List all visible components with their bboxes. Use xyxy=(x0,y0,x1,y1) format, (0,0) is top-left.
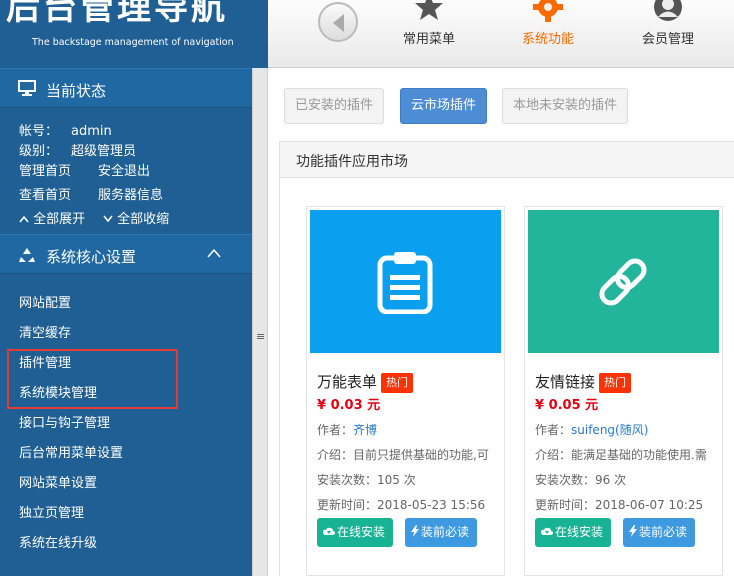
nav-member-management[interactable]: 会员管理 xyxy=(623,0,713,68)
gear-icon xyxy=(533,0,563,22)
account-value: admin xyxy=(71,124,112,139)
author-link[interactable]: 齐博 xyxy=(353,423,377,437)
read-before-install-button[interactable]: 装前必读 xyxy=(405,518,478,547)
cloud-download-icon xyxy=(541,527,553,535)
plugin-author: 作者：齐博 xyxy=(317,421,497,438)
link-server-info[interactable]: 服务器信息 xyxy=(98,184,163,203)
clipboard-icon xyxy=(377,252,433,314)
plugin-title-text: 万能表单 xyxy=(317,373,378,391)
top-nav: 常用菜单 系统功能 会员管理 xyxy=(268,0,734,68)
install-online-button[interactable]: 在线安装 xyxy=(535,518,612,547)
chevron-up-icon xyxy=(19,215,29,223)
level-value: 超级管理员 xyxy=(71,144,137,159)
tab-local-uninstalled[interactable]: 本地未安装的插件 xyxy=(502,88,629,124)
plugin-title[interactable]: 万能表单 热门 xyxy=(317,371,414,393)
install-label: 在线安装 xyxy=(337,525,386,539)
header: 后台管理导航 The backstage management of navig… xyxy=(0,0,734,68)
grip-icon: ≡ xyxy=(256,330,266,343)
plugin-intro: 介绍：能满足基础的功能使用.需 xyxy=(535,448,707,462)
menu-common-menu-settings[interactable]: 后台常用菜单设置 xyxy=(19,442,123,461)
menu-online-upgrade[interactable]: 系统在线升级 xyxy=(19,532,97,551)
install-label: 在线安装 xyxy=(555,525,604,539)
sidebar: 当前状态 帐号： admin 级别： 超级管理员 管理首页 安全退出 查看首页 服务… xyxy=(0,68,252,576)
author-link[interactable]: suifeng(随风) xyxy=(571,423,648,437)
plugin-updated: 更新时间：2018-05-23 15:56 xyxy=(317,498,486,512)
collapse-all-button[interactable]: 全部收缩 xyxy=(103,208,169,227)
plugin-title[interactable]: 友情链接 热门 xyxy=(535,371,632,393)
cloud-download-icon xyxy=(323,527,335,535)
menu-standalone-pages[interactable]: 独立页管理 xyxy=(19,502,84,521)
plugin-price: ¥ 0.03 元 xyxy=(317,398,381,413)
arrow-left-icon xyxy=(333,14,344,32)
menu-clear-cache[interactable]: 清空缓存 xyxy=(19,322,71,341)
nav-system-functions[interactable]: 系统功能 xyxy=(503,0,593,68)
plugin-market-panel: 功能插件应用市场 万能表单 热门 ¥ 0.03 元 作者：齐博 介绍：目前只提供基… xyxy=(279,141,734,576)
highlight-box xyxy=(7,349,178,409)
menu-site-menu-settings[interactable]: 网站菜单设置 xyxy=(19,472,97,491)
menu-site-config[interactable]: 网站配置 xyxy=(19,292,71,311)
install-online-button[interactable]: 在线安装 xyxy=(317,518,394,547)
monitor-icon xyxy=(18,80,36,96)
plugin-author: 作者：suifeng(随风) xyxy=(535,421,715,438)
account-line: 帐号： admin xyxy=(19,120,112,139)
plugin-title-text: 友情链接 xyxy=(535,373,596,391)
hot-badge: 热门 xyxy=(599,373,632,393)
expand-all-label: 全部展开 xyxy=(33,212,86,227)
plugin-price: ¥ 0.05 元 xyxy=(535,398,599,413)
user-icon xyxy=(654,0,682,21)
logo-subtitle: The backstage management of navigation xyxy=(32,37,234,48)
link-icon xyxy=(599,258,647,306)
nav-label: 系统功能 xyxy=(521,32,574,47)
star-icon xyxy=(415,0,443,20)
panel-title: 功能插件应用市场 xyxy=(296,154,408,170)
section-title: 系统核心设置 xyxy=(46,248,137,266)
logo[interactable]: 后台管理导航 The backstage management of navig… xyxy=(0,0,268,68)
plugin-intro: 介绍：目前只提供基础的功能,可 xyxy=(317,448,489,462)
read-before-install-button[interactable]: 装前必读 xyxy=(623,518,696,547)
plugin-card: 友情链接 热门 ¥ 0.05 元 作者：suifeng(随风) 介绍：能满足基础的… xyxy=(524,206,723,576)
plugin-installs: 安装次数：105 次 xyxy=(317,473,416,487)
link-view-home[interactable]: 查看首页 xyxy=(19,184,71,203)
tab-cloud-market[interactable]: 云市场插件 xyxy=(400,88,488,124)
bolt-icon xyxy=(629,525,637,537)
plugin-installs: 安装次数：96 次 xyxy=(535,473,627,487)
panel-header: 功能插件应用市场 xyxy=(280,142,734,178)
read-label: 装前必读 xyxy=(421,525,470,539)
back-button[interactable] xyxy=(318,2,358,42)
collapse-all-label: 全部收缩 xyxy=(117,212,170,227)
level-line: 级别： 超级管理员 xyxy=(19,140,136,159)
author-label: 作者： xyxy=(535,423,572,437)
chevron-up-icon xyxy=(207,248,221,258)
plugin-card: 万能表单 热门 ¥ 0.03 元 作者：齐博 介绍：目前只提供基础的功能,可 安装… xyxy=(306,206,505,576)
sidebar-splitter[interactable]: ≡ xyxy=(252,68,268,576)
link-admin-home[interactable]: 管理首页 xyxy=(19,160,71,179)
link-safe-logout[interactable]: 安全退出 xyxy=(98,160,150,179)
status-section-header[interactable]: 当前状态 xyxy=(0,68,252,108)
tab-installed-plugins[interactable]: 已安装的插件 xyxy=(284,88,385,124)
menu-hooks-management[interactable]: 接口与钩子管理 xyxy=(19,412,110,431)
nav-label: 常用菜单 xyxy=(402,32,455,47)
bolt-icon xyxy=(411,525,419,537)
nav-label: 会员管理 xyxy=(641,32,694,47)
status-title: 当前状态 xyxy=(46,82,107,100)
plugin-image[interactable] xyxy=(528,210,719,353)
logo-title: 后台管理导航 xyxy=(6,0,228,28)
plugin-image[interactable] xyxy=(310,210,501,353)
core-settings-header[interactable]: 系统核心设置 xyxy=(0,234,252,274)
read-label: 装前必读 xyxy=(639,525,688,539)
recycle-icon xyxy=(19,248,35,262)
chevron-down-icon xyxy=(103,215,113,223)
main-content: 已安装的插件 云市场插件 本地未安装的插件 功能插件应用市场 万能表单 热门 ¥ … xyxy=(268,68,734,576)
nav-common-menu[interactable]: 常用菜单 xyxy=(384,0,474,68)
expand-all-button[interactable]: 全部展开 xyxy=(19,208,85,227)
level-label: 级别： xyxy=(19,144,59,159)
plugin-updated: 更新时间：2018-06-07 10:25 xyxy=(535,498,704,512)
hot-badge: 热门 xyxy=(381,373,414,393)
account-label: 帐号： xyxy=(19,124,59,139)
author-label: 作者： xyxy=(317,423,354,437)
